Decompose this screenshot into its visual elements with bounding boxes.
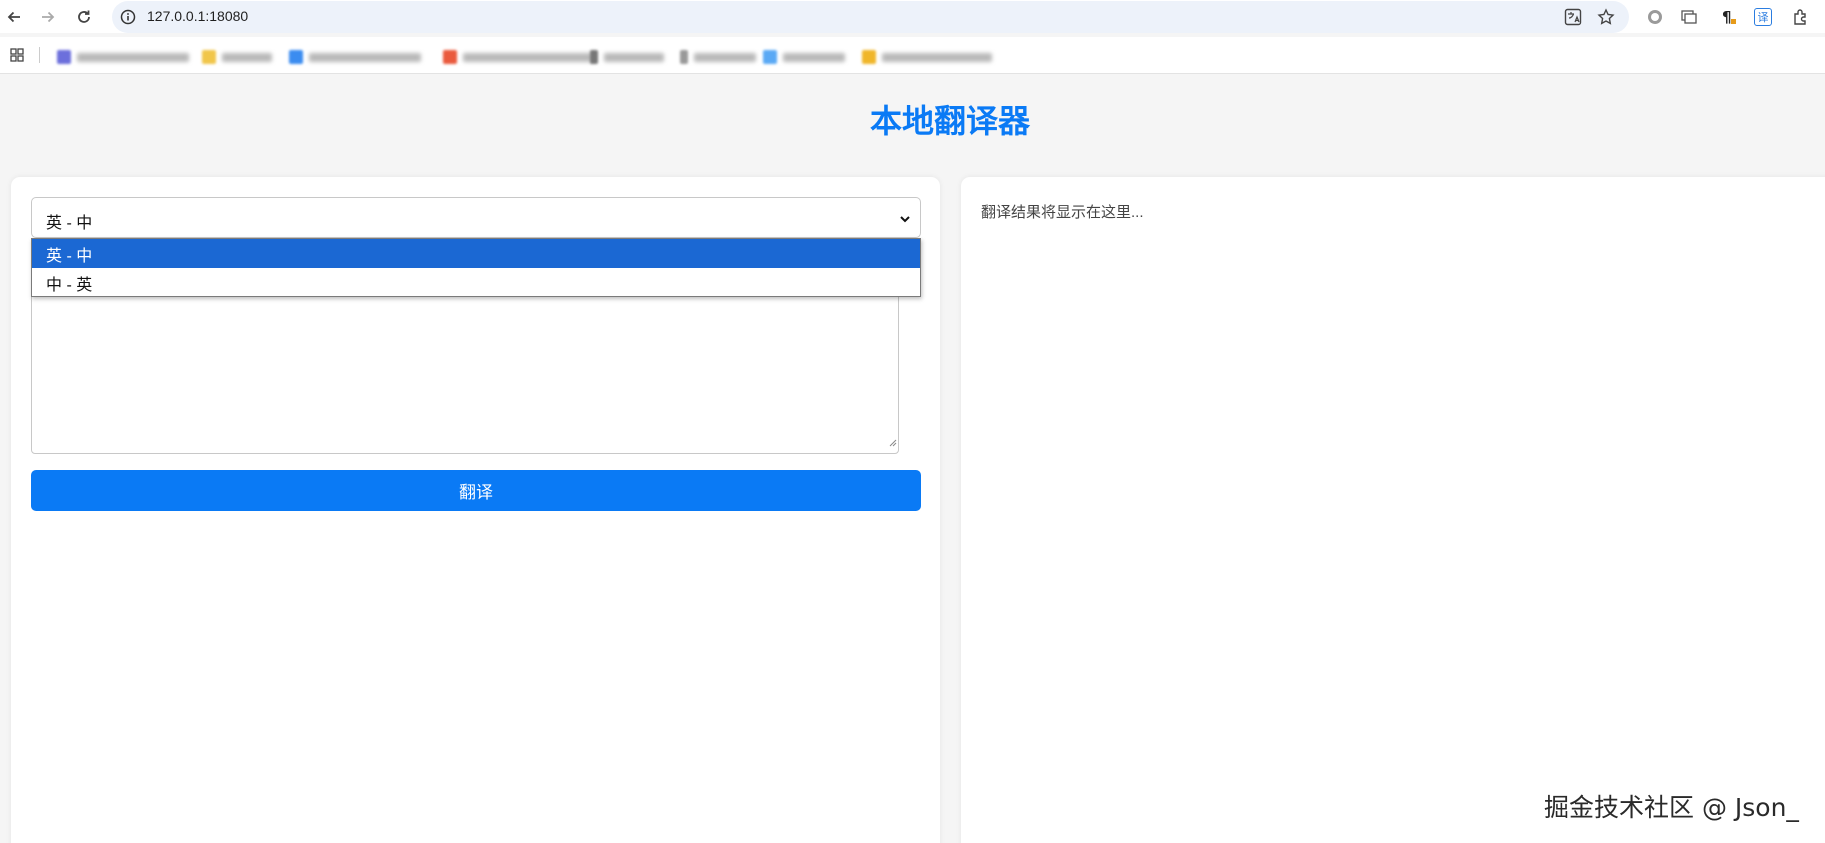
apps-grid-icon[interactable]: [6, 44, 28, 66]
resize-grip-icon[interactable]: [887, 434, 897, 452]
bookmark-item[interactable]: [862, 49, 992, 65]
bookmarks-divider: [39, 47, 40, 63]
address-bar[interactable]: [112, 1, 1629, 33]
direction-dropdown-list: 英 - 中 中 - 英: [31, 238, 921, 297]
site-info-icon[interactable]: [117, 6, 139, 28]
translate-page-icon[interactable]: [1562, 6, 1584, 28]
extension-paragraph-icon[interactable]: ¶: [1717, 6, 1739, 28]
direction-option-zh-en[interactable]: 中 - 英: [32, 268, 920, 297]
reload-icon[interactable]: [73, 6, 95, 28]
bookmark-item[interactable]: [202, 49, 272, 65]
direction-select-value: 英 - 中: [46, 215, 93, 232]
watermark: 掘金技术社区 @ Json_: [1544, 793, 1799, 822]
bookmark-item[interactable]: [57, 49, 189, 65]
back-icon[interactable]: [3, 6, 25, 28]
translate-button[interactable]: 翻译: [31, 470, 921, 511]
direction-select[interactable]: 英 - 中: [31, 197, 921, 238]
extension-record-icon[interactable]: [1644, 6, 1666, 28]
extension-translate-icon[interactable]: 译: [1752, 6, 1774, 28]
extension-tabs-icon[interactable]: [1678, 6, 1700, 28]
page-title: 本地翻译器: [869, 102, 1030, 140]
result-panel: [961, 177, 1825, 843]
bookmark-item[interactable]: [680, 49, 756, 65]
extension-translate-glyph: 译: [1754, 8, 1772, 26]
forward-icon[interactable]: [37, 6, 59, 28]
address-url[interactable]: 127.0.0.1:18080: [147, 8, 248, 24]
bookmark-item[interactable]: [443, 49, 593, 65]
bookmark-item[interactable]: [763, 49, 845, 65]
bookmark-star-icon[interactable]: [1595, 6, 1617, 28]
direction-option-en-zh[interactable]: 英 - 中: [32, 239, 920, 268]
bookmark-item[interactable]: [590, 49, 664, 65]
svg-text:¶: ¶: [1722, 8, 1732, 26]
browser-toolbar: 127.0.0.1:18080 ¶ 译: [0, 0, 1825, 33]
chevron-down-icon: [899, 212, 911, 230]
bookmark-item[interactable]: [289, 49, 421, 65]
extensions-puzzle-icon[interactable]: [1790, 6, 1812, 28]
result-output: 翻译结果将显示在这里...: [981, 204, 1144, 221]
bookmarks-bar: [0, 37, 1825, 74]
